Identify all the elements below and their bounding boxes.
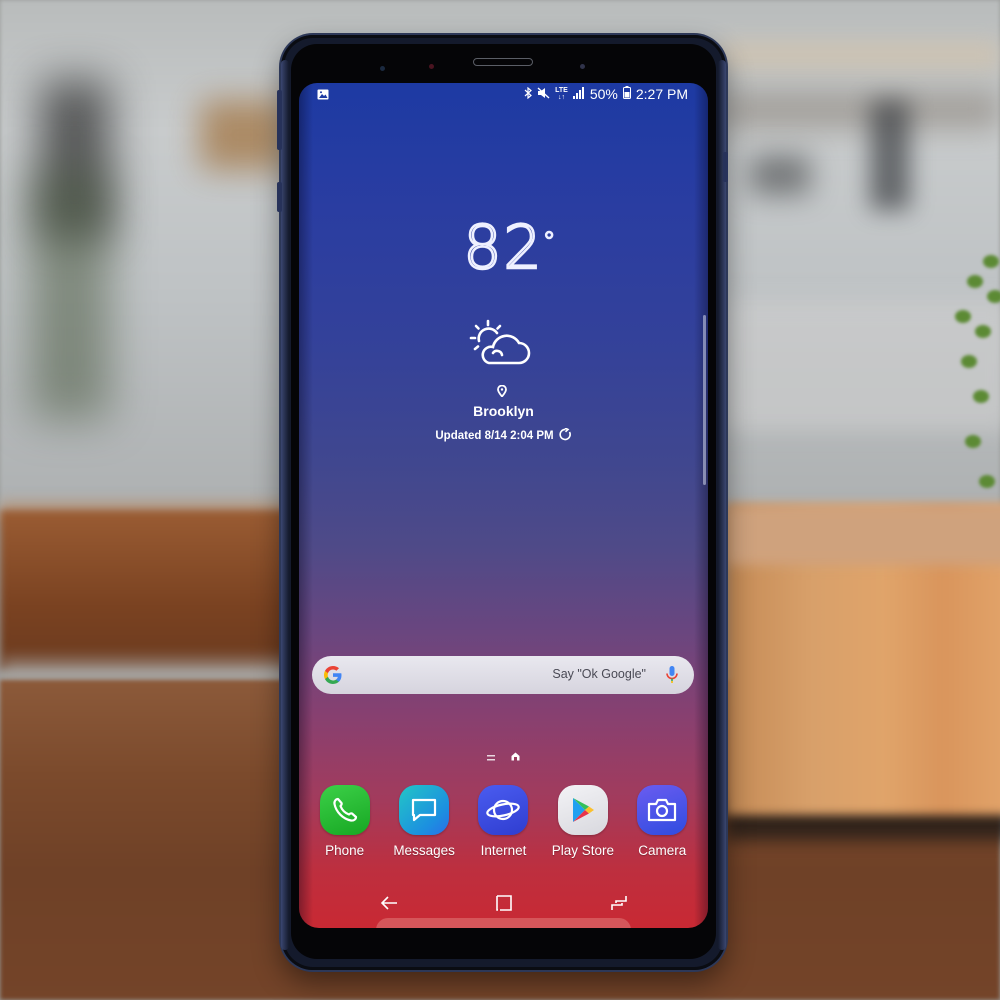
blurred-plant [30,170,110,420]
weather-updated: Updated 8/14 2:04 PM [299,427,708,444]
phone-right-edge [718,60,726,950]
temperature: 82 ° [462,212,558,285]
menu-page-indicator[interactable] [487,748,495,766]
status-bar: LTE ↓↑ 50% 2:27 PM [299,83,708,105]
app-label: Messages [393,843,455,858]
lte-icon: LTE ↓↑ [555,87,568,101]
front-camera [580,64,585,69]
mic-icon[interactable] [666,665,678,690]
signal-icon [572,86,585,102]
weather-updated-text: Updated 8/14 2:04 PM [435,430,554,442]
clock: 2:27 PM [635,86,688,102]
bluetooth-icon [524,86,533,102]
blurred-wood-counter [0,510,290,670]
earpiece-speaker [473,58,533,66]
edge-panel-handle[interactable] [703,315,706,485]
bixby-button[interactable] [277,182,282,212]
weather-location: Brooklyn [473,403,534,419]
blurred-object [870,100,910,210]
proximity-sensor [380,66,385,71]
phone-icon [319,785,370,835]
navigation-bar [299,891,708,921]
blurred-shelf [720,40,1000,70]
battery-percent: 50% [589,86,618,102]
phone-left-edge [281,60,289,950]
app-play-store[interactable]: Play Store [544,785,622,858]
search-hint: Say "Ok Google" [552,667,646,681]
weather-widget[interactable]: 82 ° [299,212,708,285]
home-page-indicator[interactable] [511,748,520,766]
messages-icon [399,785,450,835]
led-indicator [429,64,434,69]
play-store-icon [557,785,608,835]
app-phone[interactable]: Phone [306,785,384,858]
refresh-icon[interactable] [559,427,572,444]
app-dock: Phone Messages Internet Play Store Camer… [299,785,708,858]
location-pin-icon [497,384,507,402]
gallery-notification-icon [317,88,329,103]
app-internet[interactable]: Internet [464,785,542,858]
internet-icon [478,785,529,835]
back-icon[interactable] [380,895,398,916]
mute-icon [537,86,550,102]
cutting-board-top [725,505,1000,565]
app-label: Internet [480,843,527,858]
pressure-home-area[interactable] [376,918,631,928]
app-camera[interactable]: Camera [623,785,701,858]
partly-sunny-icon [469,319,533,372]
plant-sprig [945,255,1000,495]
app-label: Camera [638,843,687,858]
power-button[interactable] [723,152,728,182]
recents-icon[interactable] [611,895,627,916]
home-button-icon[interactable] [496,895,512,916]
google-search-bar[interactable]: Say "Ok Google" [312,656,694,694]
camera-icon [637,785,688,835]
google-g-icon [322,664,344,691]
blurred-object [750,155,810,195]
app-messages[interactable]: Messages [385,785,463,858]
app-label: Play Store [551,843,614,858]
page-indicator [299,748,708,766]
app-label: Phone [325,843,365,858]
blurred-shelf-shadow [720,90,1000,130]
volume-button[interactable] [277,90,282,150]
home-screen: LTE ↓↑ 50% 2:27 PM 82 ° Brooklyn Updated 8… [299,83,708,928]
battery-icon [622,86,631,102]
